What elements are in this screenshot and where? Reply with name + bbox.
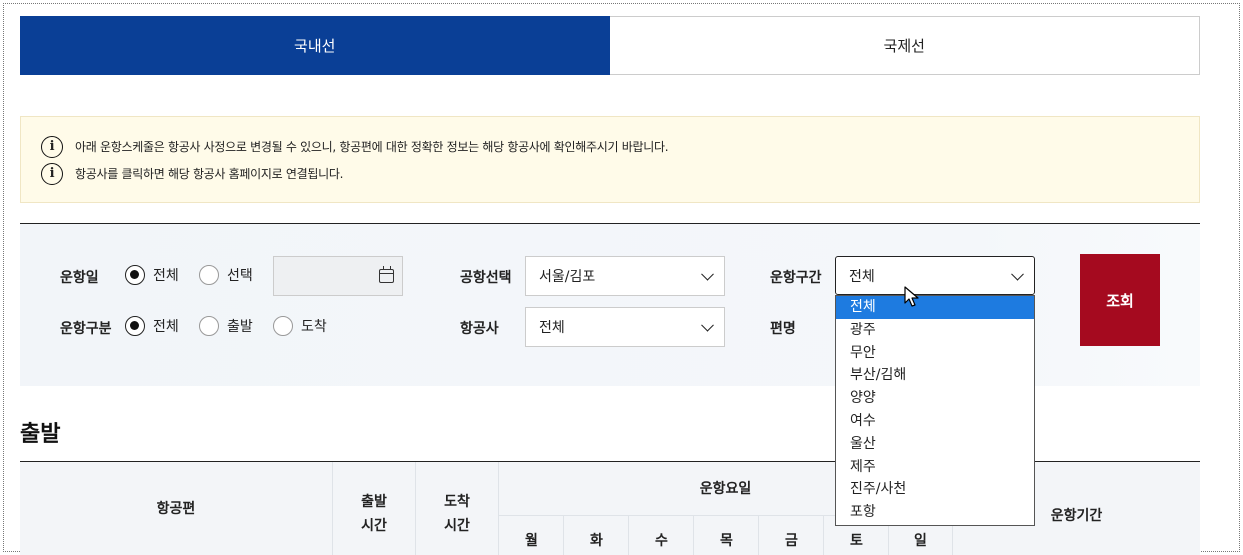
col-header-arr-time: 도착	[444, 494, 470, 510]
col-header-dep-time: 출발	[361, 494, 387, 510]
radio-checked-icon	[125, 316, 145, 336]
radio-checked-icon	[125, 265, 145, 285]
notice-box: i 아래 운항스케줄은 항공사 사정으로 변경될 수 있으니, 항공편에 대한 …	[20, 116, 1200, 203]
col-header-arr-time: 시간	[444, 518, 470, 534]
dropdown-option[interactable]: 광주	[836, 319, 1034, 342]
info-icon: i	[41, 135, 63, 158]
col-header-dep-time: 시간	[361, 518, 387, 534]
chevron-down-icon	[701, 318, 714, 332]
tab-international[interactable]: 국제선	[609, 16, 1200, 75]
date-label: 운항일	[60, 270, 99, 286]
type-radio-all[interactable]: 전체	[125, 316, 179, 336]
dropdown-option[interactable]: 전체	[836, 296, 1034, 319]
dropdown-option[interactable]: 포항	[836, 501, 1034, 524]
col-header-weekday: 수	[655, 533, 668, 549]
dropdown-option[interactable]: 여수	[836, 410, 1034, 433]
notice-text: 항공사를 클릭하면 해당 항공사 홈페이지로 연결됩니다.	[75, 167, 344, 181]
radio-label: 출발	[227, 319, 253, 335]
date-input[interactable]	[273, 256, 403, 296]
chevron-down-icon	[701, 267, 714, 281]
airport-label: 공항선택	[460, 270, 512, 286]
type-radio-departure[interactable]: 출발	[199, 316, 253, 336]
dropdown-option[interactable]: 양양	[836, 387, 1034, 410]
col-header-weekday: 금	[785, 533, 798, 549]
radio-label: 도착	[301, 319, 327, 335]
airline-label: 항공사	[460, 321, 499, 337]
info-icon: i	[41, 162, 63, 185]
type-radio-arrival[interactable]: 도착	[273, 316, 327, 336]
radio-label: 전체	[153, 319, 179, 335]
airline-select[interactable]: 전체	[525, 307, 725, 347]
notice-text: 아래 운항스케줄은 항공사 사정으로 변경될 수 있으니, 항공편에 대한 정확…	[75, 140, 669, 154]
tab-domestic[interactable]: 국내선	[20, 16, 610, 75]
tab-bar: 국내선 국제선	[20, 16, 1200, 75]
notice-line: i 항공사를 클릭하면 해당 항공사 홈페이지로 연결됩니다.	[41, 160, 1179, 187]
col-header-weekday: 목	[720, 533, 733, 549]
airline-select-value: 전체	[539, 320, 565, 336]
airport-select-value: 서울/김포	[539, 269, 596, 285]
radio-label: 선택	[227, 268, 253, 284]
airport-select[interactable]: 서울/김포	[525, 256, 725, 296]
type-label: 운항구분	[60, 321, 112, 337]
notice-line: i 아래 운항스케줄은 항공사 사정으로 변경될 수 있으니, 항공편에 대한 …	[41, 133, 1179, 160]
col-header-flight: 항공편	[156, 501, 196, 517]
radio-unchecked-icon	[199, 265, 219, 285]
col-header-weekday: 월	[525, 533, 538, 549]
dropdown-option[interactable]: 부산/김해	[836, 364, 1034, 387]
route-dropdown-list: 전체 광주 무안 부산/김해 양양 여수 울산 제주 진주/사천 포항	[835, 295, 1035, 526]
section-title: 출발	[20, 422, 61, 447]
radio-unchecked-icon	[199, 316, 219, 336]
col-header-weekday: 일	[914, 533, 927, 549]
route-select[interactable]: 전체	[835, 256, 1035, 295]
dropdown-option[interactable]: 무안	[836, 342, 1034, 365]
dropdown-option[interactable]: 진주/사천	[836, 478, 1034, 501]
dropdown-option[interactable]: 울산	[836, 433, 1034, 456]
col-header-weekday: 토	[850, 533, 863, 549]
route-label: 운항구간	[770, 270, 822, 286]
date-radio-select[interactable]: 선택	[199, 265, 253, 285]
search-button[interactable]: 조회	[1080, 254, 1160, 346]
chevron-down-icon	[1011, 267, 1024, 281]
col-header-weekday: 화	[590, 533, 603, 549]
route-select-value: 전체	[849, 268, 875, 285]
radio-unchecked-icon	[273, 316, 293, 336]
radio-label: 전체	[153, 268, 179, 284]
flight-number-label: 편명	[770, 321, 796, 337]
mouse-cursor-icon	[904, 286, 919, 307]
calendar-icon[interactable]	[379, 266, 394, 283]
date-radio-all[interactable]: 전체	[125, 265, 179, 285]
dropdown-option[interactable]: 제주	[836, 456, 1034, 479]
